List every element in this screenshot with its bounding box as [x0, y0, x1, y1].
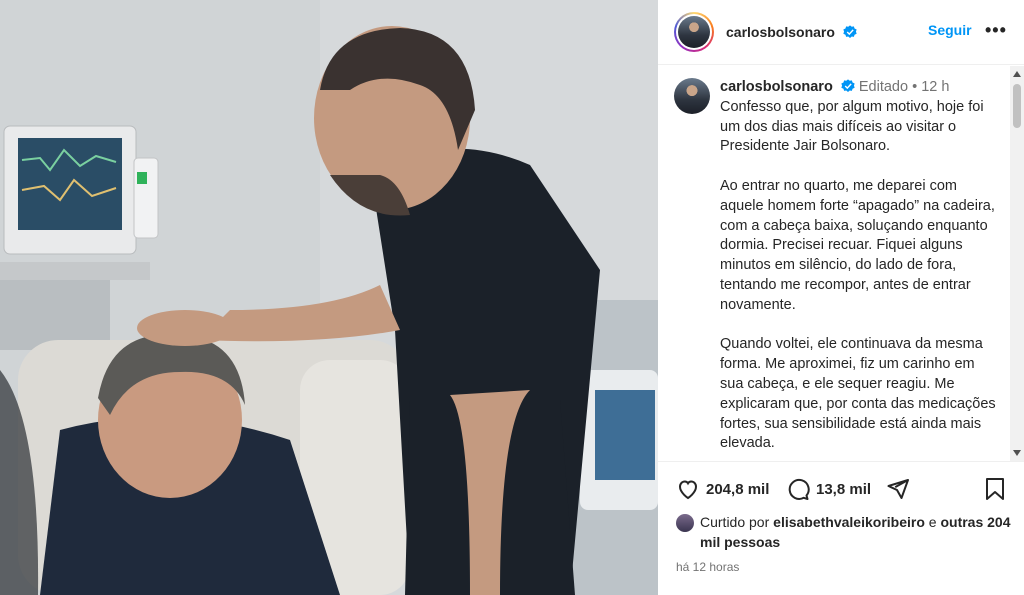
avatar-image: [678, 16, 710, 48]
caption-username[interactable]: carlosbolsonaro: [720, 79, 833, 95]
verified-badge-icon: [843, 25, 857, 38]
post-photo[interactable]: [0, 0, 658, 595]
post-timestamp[interactable]: há 12 horas: [676, 560, 739, 574]
caption-age: 12 h: [921, 79, 950, 95]
comment-action[interactable]: 13,8 mil: [786, 477, 871, 501]
username-text[interactable]: carlosbolsonaro: [726, 24, 835, 40]
comment-icon[interactable]: [786, 477, 810, 501]
comments-count[interactable]: 13,8 mil: [816, 481, 871, 498]
verified-badge-icon: [841, 79, 855, 92]
post-panel: carlosbolsonaro Seguir ••• carlosbolsona…: [658, 0, 1024, 595]
caption-edited: Editado: [858, 79, 909, 95]
liked-by-user[interactable]: elisabethvaleikoribeiro: [773, 514, 925, 530]
save-action[interactable]: [984, 477, 1006, 501]
post-header: carlosbolsonaro Seguir •••: [658, 0, 1024, 65]
caption-paragraph-1: Confesso que, por algum motivo, hoje foi…: [720, 98, 984, 155]
scroll-up-arrow-icon[interactable]: [1013, 71, 1021, 77]
caption-scrollbar[interactable]: [1010, 66, 1024, 461]
caption: carlosbolsonaro Editado • 12 h Confesso …: [720, 78, 1002, 461]
caption-avatar[interactable]: [674, 78, 710, 114]
bookmark-icon[interactable]: [984, 477, 1006, 501]
share-action[interactable]: [886, 477, 910, 501]
share-icon[interactable]: [886, 477, 910, 501]
liker-avatar[interactable]: [676, 514, 694, 532]
photo-illustration: [0, 0, 658, 595]
scroll-thumb[interactable]: [1013, 84, 1021, 128]
header-username[interactable]: carlosbolsonaro: [726, 24, 857, 40]
follow-button[interactable]: Seguir: [928, 22, 972, 38]
liked-by-prefix: Curtido por: [700, 514, 770, 530]
likes-count[interactable]: 204,8 mil: [706, 481, 769, 498]
more-options-icon[interactable]: •••: [985, 20, 1007, 41]
caption-separator: •: [912, 79, 918, 95]
heart-icon[interactable]: [676, 477, 700, 501]
caption-paragraph-3: Quando voltei, ele continuava da mesma f…: [720, 336, 996, 452]
like-action[interactable]: 204,8 mil: [676, 477, 769, 501]
caption-area: carlosbolsonaro Editado • 12 h Confesso …: [658, 66, 1024, 461]
action-bar: 204,8 mil 13,8 mil: [658, 461, 1024, 517]
header-avatar[interactable]: [674, 12, 714, 52]
liked-by-conj: e: [928, 514, 937, 530]
scroll-down-arrow-icon[interactable]: [1013, 450, 1021, 456]
caption-paragraph-2: Ao entrar no quarto, me deparei com aque…: [720, 177, 995, 313]
